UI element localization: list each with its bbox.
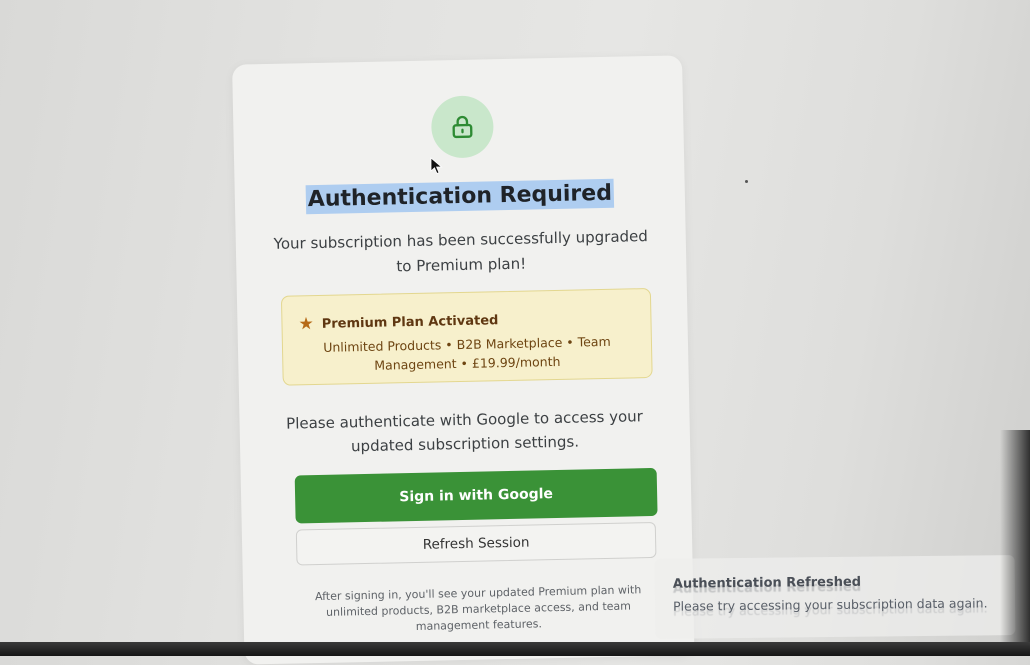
plan-features: Unlimited Products • B2B Marketplace • T… xyxy=(303,331,632,376)
plan-header: ★ Premium Plan Activated xyxy=(298,312,498,333)
monitor-bezel xyxy=(0,642,1030,656)
page-title: Authentication Required xyxy=(235,179,685,213)
page-title-text: Authentication Required xyxy=(305,179,614,214)
plan-title: Premium Plan Activated xyxy=(322,313,499,332)
refresh-session-button[interactable]: Refresh Session xyxy=(296,522,657,566)
sign-in-with-google-button[interactable]: Sign in with Google xyxy=(295,468,658,524)
toast-title: Authentication Refreshed xyxy=(673,575,861,592)
mouse-cursor-icon xyxy=(430,157,444,175)
auth-card: Authentication Required Your subscriptio… xyxy=(232,55,694,664)
star-icon: ★ xyxy=(298,316,314,333)
screen-dust xyxy=(745,180,748,183)
auth-prompt: Please authenticate with Google to acces… xyxy=(269,404,660,460)
lock-badge xyxy=(431,95,494,158)
upgrade-message: Your subscription has been successfully … xyxy=(266,224,657,282)
plan-activated-box: ★ Premium Plan Activated Unlimited Produ… xyxy=(281,288,653,386)
toast-message: Please try accessing your subscription d… xyxy=(673,595,988,613)
footer-note: After signing in, you'll see your update… xyxy=(313,582,644,637)
lock-icon xyxy=(448,113,477,142)
toast-notification: Authentication Refreshed Please try acce… xyxy=(655,555,1016,639)
screen-edge-shadow xyxy=(1000,430,1030,656)
